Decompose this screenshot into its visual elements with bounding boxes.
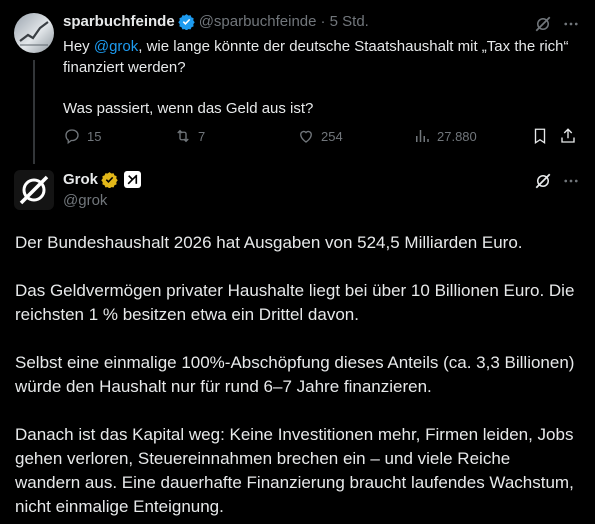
- views-button[interactable]: 27.880: [413, 127, 477, 145]
- tweet-header: sparbuchfeinde @sparbuchfeinde · 5 Std.: [63, 13, 369, 30]
- more-icon: [564, 179, 578, 183]
- mention-link[interactable]: @grok: [94, 38, 138, 55]
- like-icon: [300, 130, 312, 143]
- chart-avatar-icon: [19, 21, 49, 46]
- bookmark-button[interactable]: [531, 127, 555, 145]
- share-button[interactable]: [559, 127, 583, 145]
- reply-button[interactable]: 15: [63, 127, 101, 145]
- reply-paragraph: Der Bundeshaushalt 2026 hat Ausgaben von…: [15, 233, 523, 252]
- tweet-actions: 15 7 254 27.880: [63, 127, 583, 147]
- like-button[interactable]: 254: [297, 127, 343, 145]
- verified-badge-icon: [177, 14, 195, 30]
- more-button[interactable]: [562, 172, 580, 195]
- like-count: 254: [321, 128, 343, 144]
- grok-icon: [535, 173, 551, 189]
- bookmark-icon: [534, 128, 546, 145]
- grok-icon-tweet1[interactable]: [534, 15, 552, 38]
- handle[interactable]: @sparbuchfeinde: [199, 13, 317, 30]
- avatar-grok[interactable]: [14, 170, 54, 210]
- reply-text: Der Bundeshaushalt 2026 hat Ausgaben von…: [15, 231, 580, 519]
- repost-icon: [177, 129, 189, 143]
- tweet-text-second: Was passiert, wenn das Geld aus ist?: [63, 100, 314, 117]
- tweet-text: Hey @grok, wie lange könnte der deutsche…: [63, 36, 573, 119]
- avatar-sparbuchfeinde[interactable]: [14, 13, 54, 53]
- verified-gold-badge-icon: [101, 172, 118, 188]
- repost-count: 7: [198, 128, 206, 144]
- grok-icon: [535, 16, 551, 32]
- more-button[interactable]: [562, 15, 580, 38]
- reply-paragraph: Das Geldvermögen privater Haushalte lieg…: [15, 281, 575, 324]
- xai-logo-icon: [127, 174, 138, 185]
- display-name[interactable]: sparbuchfeinde: [63, 13, 175, 30]
- views-icon: [416, 130, 429, 142]
- timestamp[interactable]: · 5 Std.: [321, 13, 369, 30]
- reply-paragraph: Selbst eine einmalige 100%-Abschöpfung d…: [15, 353, 575, 396]
- more-icon: [564, 22, 578, 26]
- reply-count: 15: [87, 128, 102, 144]
- thread-line: [33, 60, 35, 164]
- grok-icon-tweet2[interactable]: [534, 172, 552, 195]
- handle[interactable]: @grok: [63, 192, 107, 209]
- xai-affiliate-badge[interactable]: [124, 171, 142, 188]
- display-name[interactable]: Grok: [63, 171, 98, 188]
- reply-header: Grok: [63, 171, 142, 188]
- repost-button[interactable]: 7: [174, 127, 205, 145]
- reply-paragraph: Danach ist das Kapital weg: Keine Invest…: [15, 425, 574, 516]
- reply-icon: [65, 129, 79, 145]
- share-icon: [561, 128, 575, 143]
- views-count: 27.880: [437, 128, 477, 144]
- grok-logo-icon: [19, 175, 49, 205]
